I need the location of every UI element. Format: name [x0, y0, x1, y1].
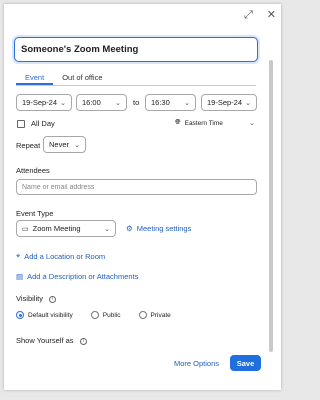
start-time-value: 16:00 — [82, 98, 101, 107]
save-button[interactable]: Save — [230, 355, 261, 371]
close-icon[interactable]: ✕ — [267, 10, 276, 21]
window-controls: ⤢ ✕ — [244, 10, 276, 21]
gear-icon: ⚙ — [126, 224, 133, 233]
description-icon: ▤ — [16, 272, 24, 281]
radio-private[interactable]: Private — [138, 311, 171, 319]
tab-event[interactable]: Event — [16, 70, 54, 85]
end-time-picker[interactable]: 16:30 ⌄ — [145, 94, 196, 111]
repeat-label: Repeat — [16, 141, 41, 150]
info-icon[interactable]: i — [49, 295, 57, 303]
chevron-down-icon: ⌄ — [115, 99, 121, 107]
attendees-input[interactable] — [16, 179, 257, 195]
chevron-down-icon: ⌄ — [249, 120, 255, 127]
add-location-link[interactable]: ⌖ Add a Location or Room — [16, 251, 105, 261]
show-yourself-heading: Show Yourself as i — [16, 336, 87, 345]
add-location-label: Add a Location or Room — [24, 251, 106, 261]
scrollbar[interactable] — [269, 60, 273, 352]
radio-label: Default visibility — [28, 311, 73, 319]
location-pin-icon: ⌖ — [16, 251, 21, 260]
timezone-label: Eastern Time — [184, 119, 223, 127]
repeat-value: Never — [49, 140, 70, 149]
expand-icon[interactable]: ⤢ — [244, 10, 253, 21]
tab-bar: Event Out of office — [16, 70, 256, 86]
video-camera-icon: ▭ — [22, 225, 29, 233]
visibility-heading: Visibility i — [16, 294, 57, 303]
add-description-label: Add a Description or Attachments — [27, 272, 139, 281]
start-time-picker[interactable]: 16:00 ⌄ — [76, 94, 127, 111]
all-day-checkbox[interactable] — [17, 119, 25, 128]
start-date-picker[interactable]: 19-Sep-24 ⌄ — [16, 94, 72, 111]
event-type-select[interactable]: ▭ Zoom Meeting ⌄ — [16, 220, 116, 237]
meeting-settings-link[interactable]: ⚙ Meeting settings — [126, 224, 191, 233]
radio-button — [16, 311, 24, 319]
chevron-down-icon: ⌄ — [74, 141, 80, 149]
radio-button — [90, 311, 99, 319]
end-date-picker[interactable]: 19-Sep-24 ⌄ — [201, 94, 257, 111]
info-icon[interactable]: i — [79, 337, 87, 345]
visibility-label: Visibility — [16, 294, 43, 303]
to-label: to — [133, 98, 140, 107]
add-description-link[interactable]: ▤ Add a Description or Attachments — [16, 272, 138, 281]
chevron-down-icon: ⌄ — [184, 99, 190, 107]
meeting-title-input[interactable] — [14, 37, 258, 62]
tab-out-of-office[interactable]: Out of office — [53, 70, 111, 85]
end-date-value: 19-Sep-24 — [207, 98, 243, 107]
repeat-select[interactable]: Never ⌄ — [43, 136, 86, 153]
radio-button — [138, 311, 147, 319]
globe-icon: 🌐︎ — [175, 119, 181, 126]
radio-label: Public — [102, 311, 121, 319]
radio-label: Private — [150, 311, 171, 319]
all-day-label: All Day — [31, 119, 55, 128]
timezone-selector[interactable]: 🌐︎ Eastern Time ⌄ — [175, 119, 255, 127]
more-options-link[interactable]: More Options — [174, 359, 219, 368]
chevron-down-icon: ⌄ — [60, 99, 66, 107]
event-type-value: Zoom Meeting — [32, 224, 81, 233]
event-type-label: Event Type — [16, 209, 54, 218]
chevron-down-icon: ⌄ — [104, 225, 110, 233]
radio-default-visibility[interactable]: Default visibility — [16, 311, 73, 319]
show-yourself-label: Show Yourself as — [16, 336, 74, 345]
radio-public[interactable]: Public — [90, 311, 121, 319]
meeting-settings-label: Meeting settings — [136, 224, 192, 233]
start-date-value: 19-Sep-24 — [22, 98, 58, 107]
attendees-label: Attendees — [16, 166, 50, 175]
visibility-options: Default visibility Public Private — [16, 311, 189, 319]
end-time-value: 16:30 — [151, 98, 170, 107]
chevron-down-icon: ⌄ — [245, 99, 251, 107]
all-day-row: All Day — [17, 119, 55, 128]
